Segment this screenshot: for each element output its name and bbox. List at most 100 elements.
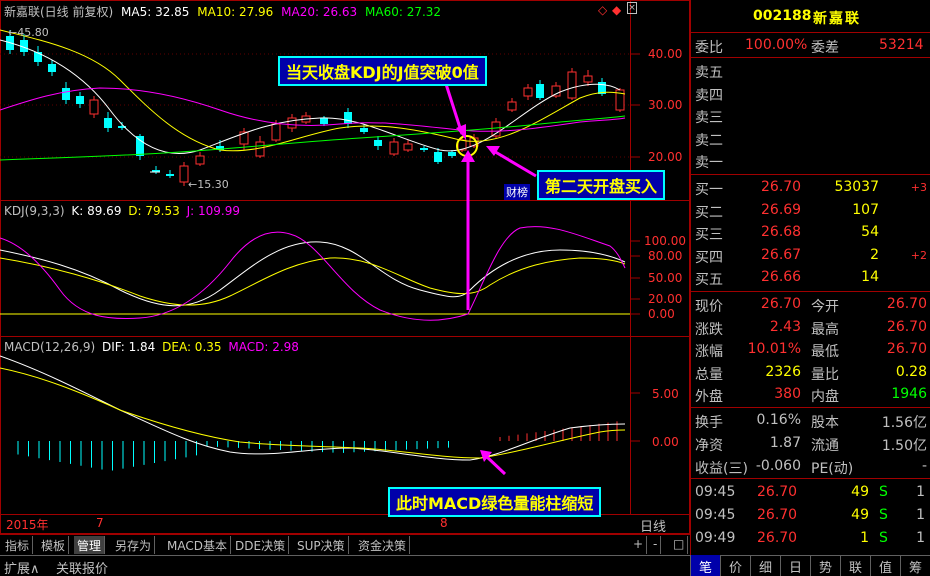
stat-row: 涨幅 10.01% 最低 26.70 <box>691 339 930 360</box>
month-8-label: 8 <box>440 516 448 530</box>
macd-axis-5: 5.00 <box>652 387 679 401</box>
side-tab-0[interactable]: 笔 <box>690 555 720 576</box>
sell-row-1: 卖一 <box>691 150 930 171</box>
side-tab-4[interactable]: 势 <box>810 555 840 576</box>
stat-label-2: 最高 <box>811 321 839 338</box>
stat-value-2: 26.70 <box>886 341 927 357</box>
stat-label-2: 今开 <box>811 299 839 315</box>
tab-template[interactable]: 模板 <box>38 536 70 554</box>
side-tab-3[interactable]: 日 <box>780 555 810 576</box>
candle-body-24 <box>389 141 399 155</box>
tick-volume: 1 <box>860 530 869 546</box>
candle-body-35 <box>551 85 561 97</box>
stat-label-2: 股本 <box>811 415 839 431</box>
tick-count: 1 <box>916 507 925 523</box>
side-tab-7[interactable]: 筹 <box>900 555 930 576</box>
kdj-axis-80: 80.00 <box>648 249 683 263</box>
macd-title: MACD(12,26,9) <box>4 340 96 354</box>
diamond-icon-2[interactable]: ◆ <box>612 3 621 17</box>
side-tab-2[interactable]: 细 <box>750 555 780 576</box>
buy-price: 26.69 <box>761 201 802 218</box>
expand-button[interactable]: 扩展∧ <box>4 558 40 576</box>
candle-body-6 <box>89 99 99 115</box>
stat-label-2: 最低 <box>811 344 839 360</box>
candle-body-22 <box>360 128 368 132</box>
tab-macd-basic[interactable]: MACD基本 <box>164 536 231 554</box>
candle-body-32 <box>507 101 517 111</box>
ma60-line <box>0 115 626 161</box>
candle-body-5 <box>76 96 84 104</box>
tick-row: 09:49 26.70 1 S 1 <box>691 528 930 549</box>
low-price-label: ←15.30 <box>188 178 229 191</box>
kdj-panel-header: KDJ(9,3,3) K: 89.69 D: 79.53 J: 109.99 <box>4 204 240 218</box>
zoom-in-button[interactable]: + <box>630 536 648 554</box>
tab-manage[interactable]: 管理 <box>74 536 106 554</box>
stat-value-2: 26.70 <box>886 296 927 312</box>
candle-body-23 <box>374 140 382 146</box>
candle-body-33 <box>523 87 533 97</box>
tick-row: 09:45 26.70 49 S 1 <box>691 482 930 503</box>
arrow-macd-note <box>484 454 507 476</box>
side-tab-1[interactable]: 价 <box>720 555 750 576</box>
arrow-kdj-note <box>444 83 464 135</box>
close-icon[interactable]: × <box>627 2 637 14</box>
buy-change: +3 <box>910 181 927 194</box>
stat-label-2: 流通 <box>811 438 839 454</box>
stat-row: 涨跌 2.43 最高 26.70 <box>691 317 930 338</box>
cai-badge[interactable]: 财榜 <box>504 184 530 200</box>
candle-body-13 <box>195 155 205 165</box>
stat-label: 涨幅 <box>695 344 723 360</box>
buy-price: 26.68 <box>761 224 802 240</box>
indicator-tab-bar: 指标 模板 管理 另存为 MACD基本 DDE决策 SUP决策 资金决策 + -… <box>0 534 690 554</box>
tab-sup[interactable]: SUP决策 <box>294 536 349 554</box>
ma10-label: MA10: 27.96 <box>197 5 274 19</box>
tick-price: 26.70 <box>757 530 798 546</box>
sell-label: 卖四 <box>695 87 723 104</box>
kdj-axis-20: 20.00 <box>648 292 683 306</box>
buy-volume: 107 <box>852 201 879 218</box>
sell-label: 卖一 <box>695 155 723 171</box>
tick-price: 26.70 <box>757 484 798 500</box>
stock-title: 新嘉联(日线 前复权) <box>4 5 114 19</box>
stat-label-2: 内盘 <box>811 389 839 405</box>
tab-dde[interactable]: DDE决策 <box>232 536 290 554</box>
tab-indicator[interactable]: 指标 <box>2 536 34 554</box>
side-tab-5[interactable]: 联 <box>840 555 870 576</box>
diamond-icon[interactable]: ◇ <box>598 3 607 17</box>
buy-change: +2 <box>910 248 927 262</box>
linked-quote-button[interactable]: 关联报价 <box>56 558 108 576</box>
price-axis-40: 40.00 <box>648 47 683 61</box>
tick-flag: S <box>879 484 888 500</box>
tab-save-as[interactable]: 另存为 <box>112 536 156 554</box>
zoom-out-button[interactable]: - <box>650 536 662 554</box>
stat-label: 涨跌 <box>695 321 723 338</box>
window-button[interactable]: □ <box>670 536 689 554</box>
candle-body-31 <box>491 121 501 137</box>
tick-time: 09:45 <box>695 507 736 523</box>
price-axis-20: 20.00 <box>648 150 683 164</box>
quote-title: 002188 新嘉联 <box>691 6 930 27</box>
side-tab-6[interactable]: 值 <box>870 555 900 576</box>
kdj-axis-50: 50.00 <box>648 271 683 285</box>
sell-label: 卖五 <box>695 65 723 81</box>
tick-price: 26.70 <box>757 507 798 523</box>
period-label[interactable]: 日线 <box>640 516 666 535</box>
stat-value: -0.060 <box>755 458 801 474</box>
candle-body-25 <box>403 143 413 151</box>
stat-label: 换手 <box>695 415 723 431</box>
sell-row-2: 卖二 <box>691 128 930 149</box>
stat-label-2: PE(动) <box>811 461 854 477</box>
stat-label: 外盘 <box>695 389 723 405</box>
stat-value-2: 1.50亿 <box>881 438 927 454</box>
tab-fund[interactable]: 资金决策 <box>355 536 411 554</box>
kdj-d-line <box>0 257 626 306</box>
buy-annotation: 第二天开盘买入 <box>537 170 666 200</box>
stat-value: 0.16% <box>756 412 801 428</box>
stat-value-2: 1.56亿 <box>881 415 927 431</box>
buy-volume: 53037 <box>834 179 879 195</box>
kdj-axis-100: 100.00 <box>644 234 686 248</box>
candle-body-34 <box>536 84 544 98</box>
candle-body-11 <box>166 174 174 176</box>
sell-label: 卖二 <box>695 132 723 149</box>
weicha-label: 委差 <box>811 40 839 56</box>
